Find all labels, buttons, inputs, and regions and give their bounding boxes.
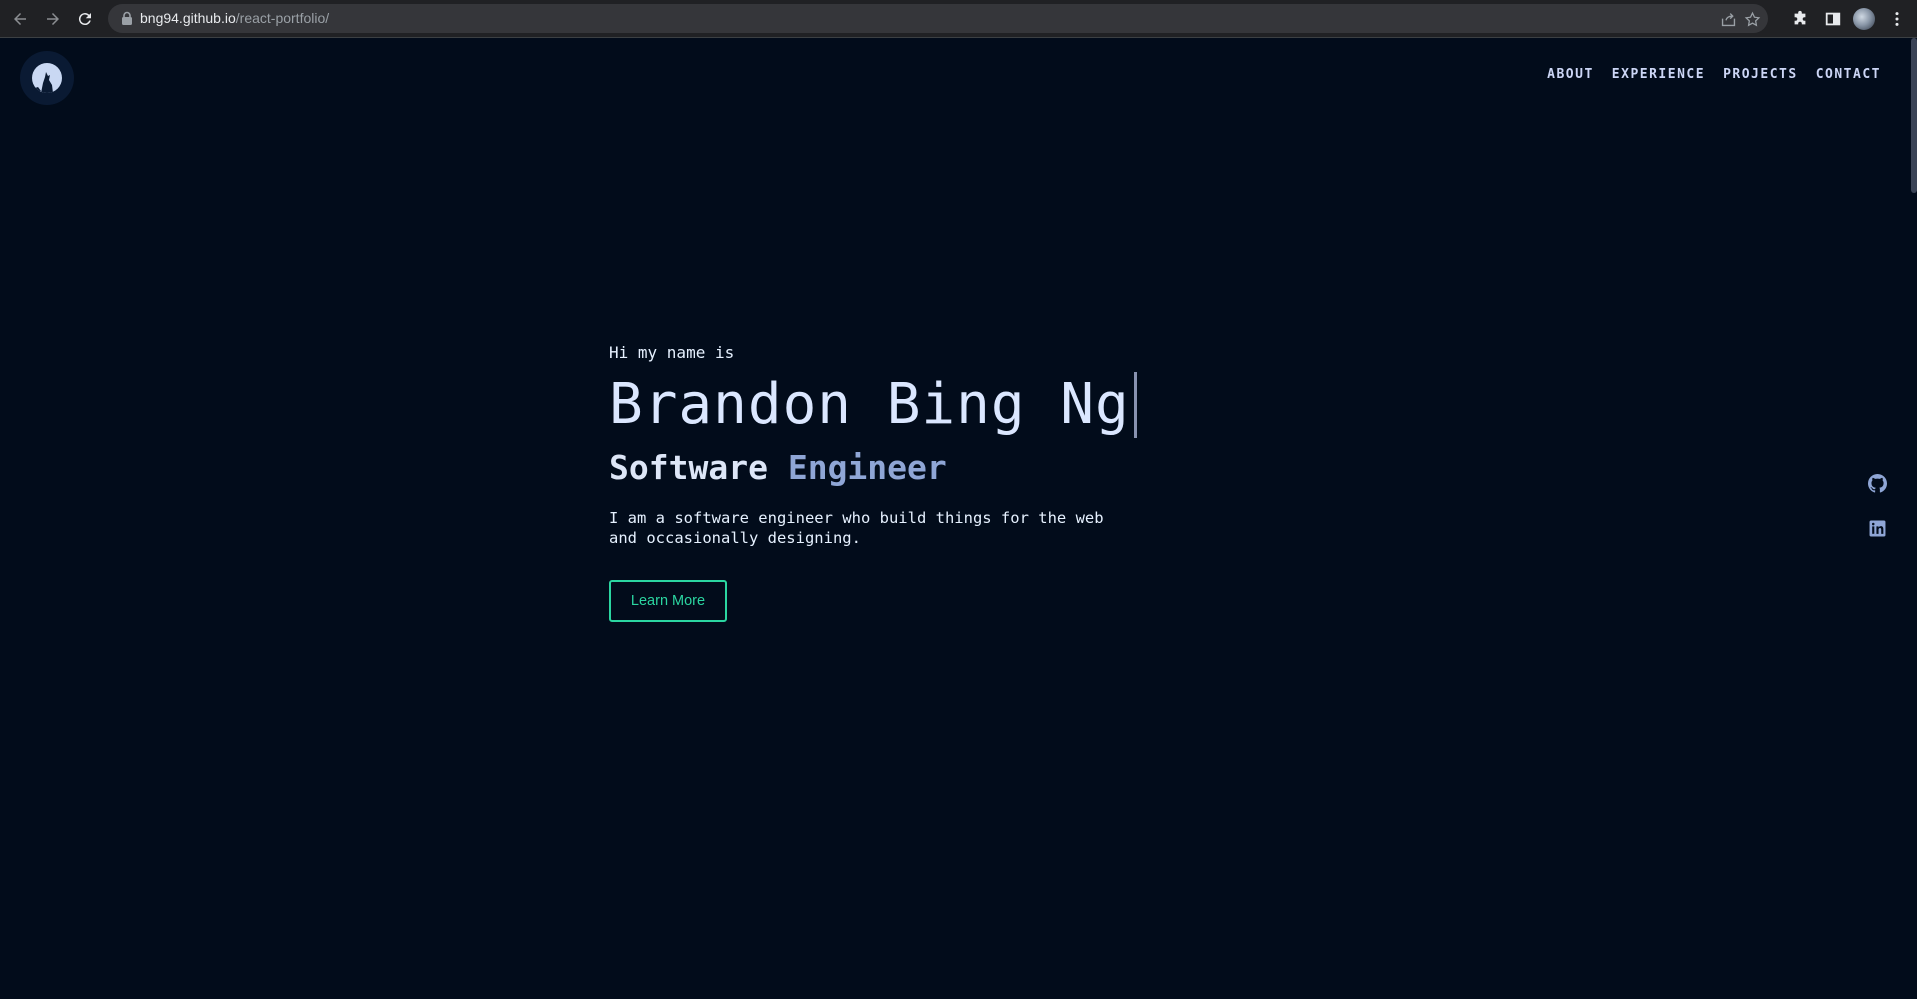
extensions-icon[interactable] — [1789, 8, 1811, 30]
lock-icon — [122, 11, 132, 25]
nav-projects[interactable]: PROJECTS — [1723, 67, 1798, 82]
back-icon[interactable] — [9, 8, 31, 30]
typing-cursor — [1133, 372, 1137, 438]
github-icon[interactable] — [1866, 472, 1888, 494]
share-icon[interactable] — [1718, 9, 1738, 29]
nav-contact[interactable]: CONTACT — [1816, 67, 1881, 82]
portfolio-page: ABOUT EXPERIENCE PROJECTS CONTACT Hi my … — [0, 38, 1917, 999]
hero-section: Hi my name is Brandon Bing Ng Software E… — [609, 343, 1169, 622]
forward-icon[interactable] — [42, 8, 64, 30]
hero-name-line: Brandon Bing Ng — [609, 370, 1169, 440]
hero-greeting: Hi my name is — [609, 343, 735, 362]
browser-toolbar: bng94.github.io/react-portfolio/ — [0, 0, 1917, 38]
nav-experience[interactable]: EXPERIENCE — [1612, 67, 1705, 82]
wolf-moon-icon — [32, 63, 62, 93]
url-text: bng94.github.io/react-portfolio/ — [140, 10, 329, 27]
hero-description: I am a software engineer who build thing… — [609, 509, 1104, 547]
url-path: /react-portfolio/ — [235, 10, 330, 26]
profile-avatar[interactable] — [1853, 8, 1875, 30]
main-nav: ABOUT EXPERIENCE PROJECTS CONTACT — [1547, 67, 1881, 82]
url-host: bng94.github.io — [140, 10, 236, 26]
hero-title: Software Engineer — [609, 446, 1169, 490]
hero-title-first: Software — [609, 448, 768, 487]
bookmark-star-icon[interactable] — [1742, 9, 1762, 29]
nav-about[interactable]: ABOUT — [1547, 67, 1594, 82]
page-scrollbar[interactable] — [1911, 38, 1917, 193]
menu-dots-icon[interactable] — [1886, 8, 1908, 30]
reload-icon[interactable] — [74, 8, 96, 30]
linkedin-icon[interactable] — [1866, 517, 1888, 539]
site-logo[interactable] — [20, 51, 74, 105]
address-bar[interactable]: bng94.github.io/react-portfolio/ — [108, 4, 1768, 33]
side-panel-icon[interactable] — [1822, 8, 1844, 30]
hero-name: Brandon Bing Ng — [609, 372, 1130, 437]
hero-title-second: Engineer — [787, 448, 947, 487]
learn-more-button[interactable]: Learn More — [609, 580, 727, 622]
